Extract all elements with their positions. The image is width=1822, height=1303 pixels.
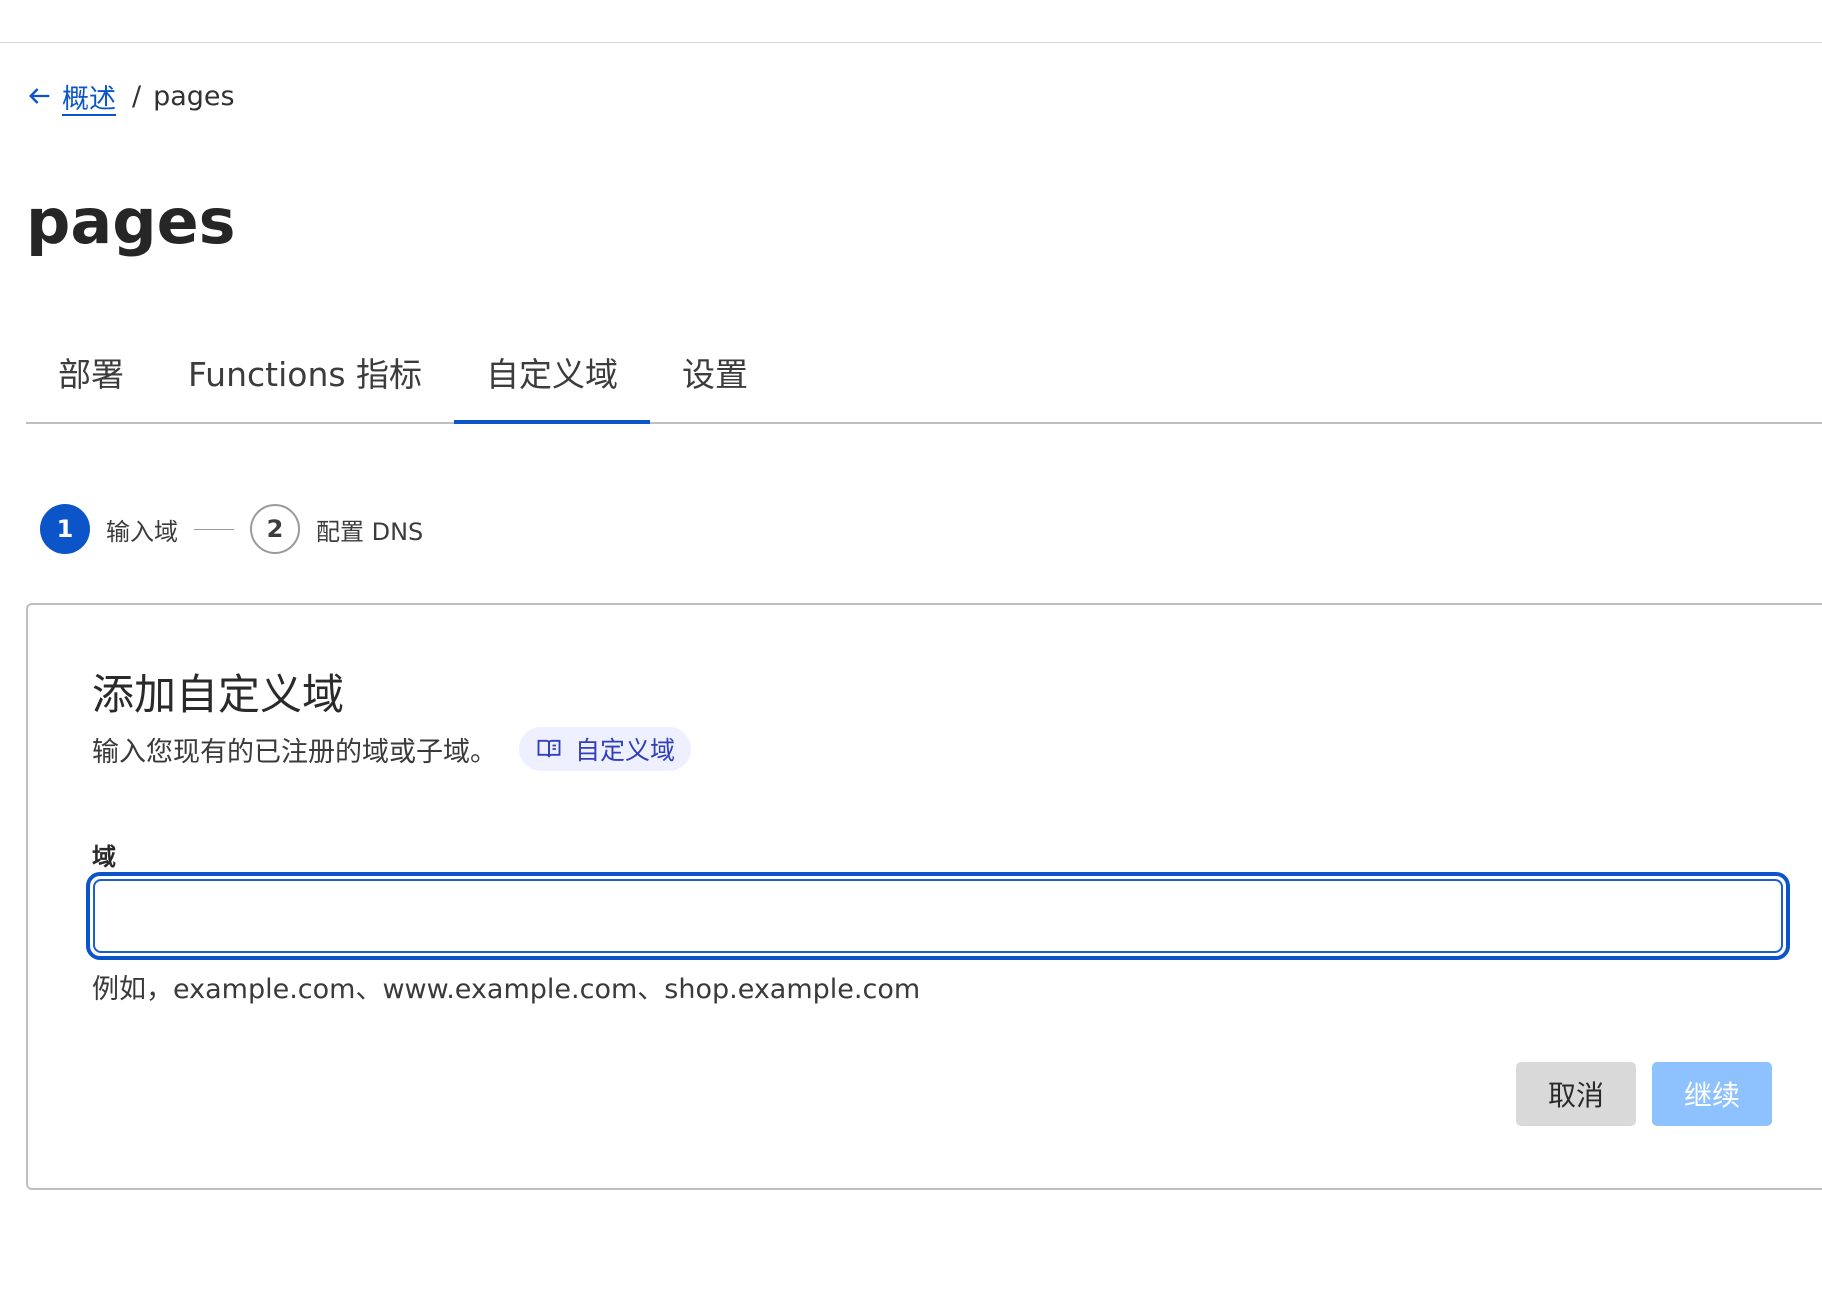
domain-input[interactable] bbox=[93, 879, 1783, 953]
page-title: pages bbox=[26, 185, 236, 258]
step-1-label: 输入域 bbox=[106, 517, 178, 546]
tab-functions-metrics[interactable]: Functions 指标 bbox=[156, 340, 454, 422]
docs-link-label[interactable]: 自定义域 bbox=[575, 731, 675, 767]
breadcrumb-separator: / bbox=[132, 80, 142, 112]
step-connector bbox=[194, 528, 234, 530]
docs-link[interactable]: 自定义域 bbox=[519, 727, 692, 771]
back-link[interactable]: 概述 bbox=[26, 77, 116, 116]
step-1-indicator: 1 bbox=[40, 504, 90, 554]
top-bar bbox=[0, 0, 1822, 43]
tab-settings[interactable]: 设置 bbox=[650, 340, 780, 422]
cancel-button[interactable]: 取消 bbox=[1516, 1062, 1636, 1126]
breadcrumb: 概述 / pages bbox=[26, 76, 235, 116]
arrow-left-icon bbox=[29, 88, 50, 104]
card-title: 添加自定义域 bbox=[92, 670, 345, 719]
card-actions: 取消 继续 bbox=[1516, 1062, 1772, 1126]
book-icon bbox=[537, 739, 561, 758]
card-description-row: 输入您现有的已注册的域或子域。 自定义域 bbox=[92, 727, 692, 771]
card-description: 输入您现有的已注册的域或子域。 bbox=[92, 736, 497, 768]
stepper: 1 输入域 2 配置 DNS bbox=[40, 503, 423, 555]
add-domain-card: 添加自定义域 输入您现有的已注册的域或子域。 自定义域 域 例如，example… bbox=[26, 603, 1822, 1190]
tab-custom-domains[interactable]: 自定义域 bbox=[454, 340, 651, 424]
breadcrumb-current: pages bbox=[153, 80, 235, 112]
domain-field-label: 域 bbox=[92, 843, 116, 871]
tab-deployments[interactable]: 部署 bbox=[26, 340, 156, 422]
step-2-indicator: 2 bbox=[250, 504, 300, 554]
domain-field-focus-ring bbox=[86, 872, 1790, 960]
tab-bar: 部署 Functions 指标 自定义域 设置 bbox=[26, 340, 1822, 424]
step-2-label: 配置 DNS bbox=[316, 517, 424, 546]
domain-field-hint: 例如，example.com、www.example.com、shop.exam… bbox=[92, 974, 921, 1005]
continue-button[interactable]: 继续 bbox=[1652, 1062, 1772, 1126]
back-link-label[interactable]: 概述 bbox=[62, 77, 116, 116]
